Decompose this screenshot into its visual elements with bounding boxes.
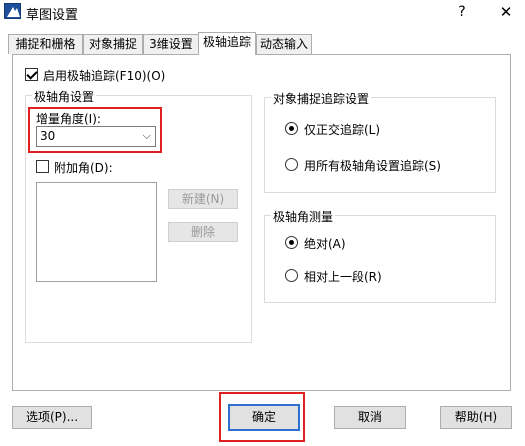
- tab-snap-grid[interactable]: 捕捉和栅格: [8, 34, 83, 54]
- tab-object-snap[interactable]: 对象捕捉: [83, 34, 143, 54]
- snap-tracking-group: 对象捕捉追踪设置 仅正交追踪(L) 用所有极轴角设置追踪(S): [264, 90, 496, 193]
- delete-angle-button[interactable]: 删除: [168, 222, 238, 242]
- all-polar-tracking-radio[interactable]: [285, 158, 298, 171]
- tab-dynamic-input[interactable]: 动态输入: [256, 34, 312, 54]
- angle-measurement-group: 极轴角测量 绝对(A) 相对上一段(R): [264, 208, 496, 303]
- new-angle-button[interactable]: 新建(N): [168, 189, 238, 209]
- snap-tracking-group-title: 对象捕捉追踪设置: [271, 90, 372, 107]
- sketch-settings-dialog: 草图设置 ? ✕ 捕捉和栅格 对象捕捉 3维设置 极轴追踪 动态输入 启用极轴追…: [0, 0, 525, 446]
- enable-polar-label[interactable]: 启用极轴追踪(F10)(O): [43, 67, 165, 84]
- close-button[interactable]: ✕: [496, 2, 516, 22]
- polar-angle-group-title: 极轴角设置: [32, 88, 97, 105]
- polar-angle-group: 极轴角设置 增量角度(I): 30 ⌵ 附加角(D): 新建(N) 删除: [25, 88, 252, 343]
- help-button[interactable]: 帮助(H): [440, 406, 512, 429]
- additional-angle-label[interactable]: 附加角(D):: [54, 159, 113, 176]
- highlight-box-ok: [219, 392, 305, 442]
- window-title: 草图设置: [26, 8, 79, 23]
- title-bar: 草图设置 ? ✕: [0, 0, 525, 26]
- polar-tracking-panel: 启用极轴追踪(F10)(O) 极轴角设置 增量角度(I): 30 ⌵ 附加角(D…: [12, 54, 511, 391]
- all-polar-tracking-label[interactable]: 用所有极轴角设置追踪(S): [304, 157, 441, 174]
- tab-polar-tracking[interactable]: 极轴追踪: [198, 32, 256, 55]
- orthogonal-tracking-radio[interactable]: [285, 122, 298, 135]
- app-logo-icon: [4, 3, 21, 19]
- cancel-button[interactable]: 取消: [334, 406, 406, 429]
- absolute-label[interactable]: 绝对(A): [304, 235, 346, 252]
- additional-angle-list[interactable]: [36, 182, 157, 282]
- additional-angle-checkbox[interactable]: [36, 160, 49, 173]
- options-button[interactable]: 选项(P)...: [12, 406, 92, 429]
- relative-radio[interactable]: [285, 269, 298, 282]
- absolute-radio[interactable]: [285, 236, 298, 249]
- help-title-button[interactable]: ?: [452, 2, 472, 22]
- orthogonal-tracking-label[interactable]: 仅正交追踪(L): [304, 121, 380, 138]
- relative-label[interactable]: 相对上一段(R): [304, 268, 382, 285]
- highlight-box-increment: [28, 107, 162, 153]
- enable-polar-checkbox[interactable]: [25, 68, 38, 81]
- angle-measurement-group-title: 极轴角测量: [271, 208, 336, 225]
- tab-3d-settings[interactable]: 3维设置: [143, 34, 199, 54]
